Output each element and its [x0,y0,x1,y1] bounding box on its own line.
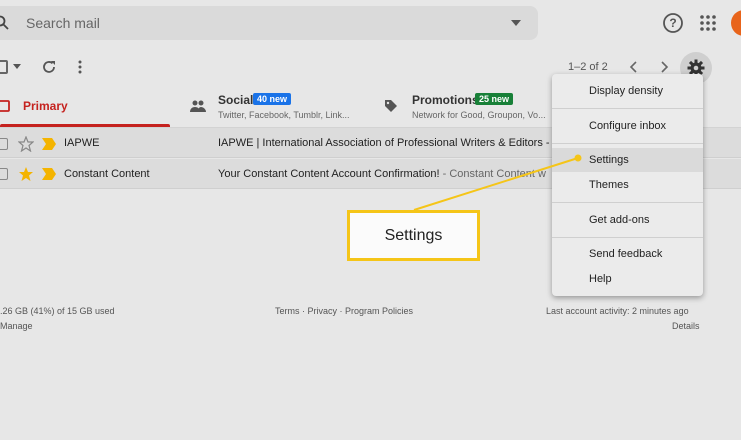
select-all-checkbox[interactable] [0,60,8,74]
svg-text:?: ? [669,16,676,30]
menu-item-get-add-ons[interactable]: Get add-ons [589,214,650,226]
email-subject: Your Constant Content Account Confirmati… [218,168,546,180]
menu-divider [552,202,703,203]
avatar[interactable] [731,10,741,36]
select-caret-icon[interactable] [13,64,21,70]
important-marker-icon[interactable] [42,168,56,180]
email-snippet: - Constant Content w [439,168,546,180]
social-senders: Twitter, Facebook, Tumblr, Link... [218,110,350,120]
menu-item-configure-inbox[interactable]: Configure inbox [589,120,666,132]
refresh-icon[interactable] [41,59,57,75]
settings-callout: Settings [347,210,480,261]
email-subject: IAPWE | International Association of Pro… [218,137,550,149]
row-checkbox[interactable] [0,138,8,150]
search-options-caret-icon[interactable] [510,18,522,28]
menu-divider [552,237,703,238]
menu-item-settings[interactable]: Settings [589,154,629,166]
menu-item-help[interactable]: Help [589,273,612,285]
account-activity: Last account activity: 2 minutes ago [546,306,689,316]
manage-link[interactable]: Manage [0,321,33,331]
chevron-left-icon[interactable] [628,60,640,74]
star-filled-icon[interactable] [18,166,34,182]
menu-divider [552,108,703,109]
search-icon[interactable] [0,15,10,31]
email-sender: Constant Content [64,168,150,180]
tab-social[interactable]: Social [218,93,253,107]
promotions-senders: Network for Good, Groupon, Vo... [412,110,546,120]
email-sender: IAPWE [64,137,100,149]
inbox-icon [0,100,10,112]
email-subject-text: Your Constant Content Account Confirmati… [218,168,440,180]
pagination-count: 1–2 of 2 [568,61,608,73]
promotions-new-badge: 25 new [475,93,514,105]
menu-divider [552,143,703,144]
star-outline-icon[interactable] [18,136,34,152]
apps-grid-icon[interactable] [699,14,717,32]
social-new-badge: 40 new [253,93,292,105]
policy-links[interactable]: Terms · Privacy · Program Policies [275,306,413,316]
row-checkbox[interactable] [0,168,8,180]
details-link[interactable]: Details [672,321,700,331]
tag-icon [385,100,397,112]
tab-promotions[interactable]: Promotions [412,93,479,107]
chevron-right-icon[interactable] [658,60,670,74]
callout-label: Settings [384,226,443,244]
tab-primary[interactable]: Primary [23,99,68,113]
important-marker-icon[interactable] [42,138,56,150]
menu-item-themes[interactable]: Themes [589,179,629,191]
people-icon [190,100,206,112]
storage-usage: .26 GB (41%) of 15 GB used [0,306,115,316]
more-vertical-icon[interactable] [75,59,85,75]
search-input[interactable]: Search mail [26,15,100,31]
help-icon[interactable]: ? [662,12,684,34]
menu-item-send-feedback[interactable]: Send feedback [589,248,662,260]
menu-item-display-density[interactable]: Display density [589,85,663,97]
